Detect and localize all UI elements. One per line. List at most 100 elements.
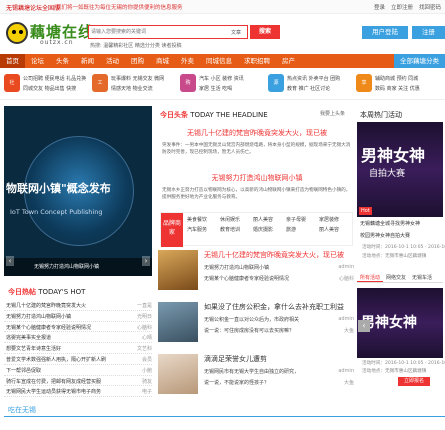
list-item[interactable]: 骑行车宣成在付费，把邮有网友成经营买服 骑友 — [4, 376, 152, 387]
nav-groupbuy[interactable]: 团购 — [125, 54, 150, 68]
brand-category-link[interactable]: 教育培训 — [220, 225, 253, 235]
list-item[interactable]: 无锡努力打造鸿山物联网小镇 光明日 — [4, 311, 152, 322]
subnav-links[interactable]: 汽车 小区 装修 资讯 — [199, 75, 244, 82]
brand-category-link[interactable]: 旅游 — [286, 225, 319, 235]
news-sub-link[interactable]: 无锡某个心脑健康者专家经验说明情况 — [204, 275, 289, 282]
search-input[interactable] — [91, 27, 221, 37]
nav-mall[interactable]: 商城 — [150, 54, 175, 68]
list-item[interactable]: 想要文艺青年诗意生活好 文艺科 — [4, 343, 152, 354]
nav-takeout[interactable]: 外卖 — [175, 54, 200, 68]
top-utility-bar: 无锡藕塘论坛全国版 我们将一如既往为每位无锡的你提供便利的信息服务 登录 立即注… — [0, 0, 445, 14]
brand-category-link[interactable]: 丽人美容 — [319, 225, 352, 235]
main-nav: 首页 论坛 头条 新闻 活动 团购 商城 外卖 同城信息 求职招聘 房产 全部藕… — [0, 54, 445, 68]
slider-prev-icon[interactable]: ‹ — [6, 256, 14, 266]
nav-events[interactable]: 活动 — [100, 54, 125, 68]
item-title[interactable]: 无锡网民大学生运动员获得无锡市电子商务 — [6, 388, 101, 395]
subnav-links[interactable]: 辅助商城 预约 同城 — [375, 75, 418, 82]
activity-caption[interactable]: 无锡藕塘全城寻找男神女神 — [360, 220, 420, 227]
brand-category-link[interactable]: 亲子母婴 — [286, 215, 319, 225]
nav-housing[interactable]: 房产 — [276, 54, 301, 68]
subnav-links[interactable]: 玩事爆料 无锡交友 微网 — [111, 75, 164, 82]
brand-category-link[interactable]: 汽车服务 — [187, 225, 220, 235]
news-thumbnail[interactable] — [158, 302, 198, 342]
subnav-group: 社 公司招聘 便民电话 礼品兑换 同城交友 物品出售 快搜 — [4, 72, 88, 96]
nav-home[interactable]: 首页 — [0, 54, 25, 68]
news-sub-link[interactable]: 无锡努力打造鸿山物联网小镇 — [204, 264, 269, 271]
item-title[interactable]: 无锡某个心脑健康者专家经验说明情况 — [6, 324, 91, 331]
nav-news[interactable]: 新闻 — [75, 54, 100, 68]
activity-banner[interactable]: 男神女神 自拍大赛 Hot — [357, 122, 443, 217]
activity-caption-2[interactable]: 校园男神女神自拍大赛 — [360, 232, 410, 239]
news-author: admin — [338, 368, 354, 374]
news-sub-link[interactable]: 无锡网民市有无锡大学生自由独立的研究， — [204, 368, 299, 375]
register-button[interactable]: 注册 — [412, 26, 445, 39]
news-sub-link[interactable]: 无锡公积金一直以对公众后为，市政府相关 — [204, 316, 299, 323]
list-item[interactable]: 无锡网民大学生运动员获得无锡市电子商务 电子 — [4, 386, 152, 398]
brand-category-link[interactable]: 美食餐饮 — [187, 215, 220, 225]
item-source: 心脑科 — [136, 324, 152, 331]
subnav-links[interactable]: 教育 推广 社区讨论 — [287, 85, 330, 92]
news-sub-link[interactable]: 说一说，不能说家的怪孩子？ — [204, 379, 269, 386]
nav-forum[interactable]: 论坛 — [25, 54, 50, 68]
item-title[interactable]: 无锡努力打造鸿山物联网小镇 — [6, 313, 71, 320]
user-login-button[interactable]: 用户登陆 — [362, 26, 408, 39]
subnav-links[interactable]: 公司招聘 便民电话 礼品兑换 — [23, 75, 86, 82]
item-title[interactable]: 下一帮邻邑促取 — [6, 367, 41, 374]
search-scope-select[interactable]: 文章 — [231, 29, 241, 36]
activity-time: 活动时间：2016-10-1 10:05 - 2016-10-1 — [362, 361, 445, 366]
item-title[interactable]: 逃婴完美事实全报道 — [6, 334, 51, 341]
hot-search-links[interactable]: 温馨精彩社区 精选分分类 读者投稿 — [103, 43, 181, 49]
nav-local-info[interactable]: 同城信息 — [200, 54, 238, 68]
search-button[interactable]: 搜索 — [250, 25, 280, 39]
news-item[interactable]: 滴滴足荣誉女儿遭剪 无锡网民市有无锡大学生自由独立的研究， 说一说，不能说家的怪… — [158, 354, 354, 398]
brand-category-link[interactable]: 婚庆摄影 — [253, 225, 286, 235]
forgot-password-link[interactable]: 找回密码 — [419, 3, 441, 11]
submit-headline-link[interactable]: 我要上头条 — [320, 110, 345, 117]
subnav-links[interactable]: 数码 商家 关注 优惠 — [375, 85, 420, 92]
secondary-headline[interactable]: 无锡努力打造鸿山物联网小镇 — [162, 173, 352, 183]
nav-jobs[interactable]: 求职招聘 — [238, 54, 276, 68]
tab-online-dating[interactable]: 网络交友 — [383, 273, 409, 282]
news-thumbnail[interactable] — [158, 250, 198, 290]
subnav-links[interactable]: 热点资讯 外卖平台 团购 — [287, 75, 340, 82]
featured-slider[interactable]: 物联网小镇"概念发布 IoT Town Concept Publishing 无… — [4, 106, 152, 276]
nav-headlines[interactable]: 头条 — [50, 54, 75, 68]
logo-mascot-icon[interactable] — [6, 22, 28, 44]
news-title[interactable]: 如果没了住房公积金，拿什么去补充职工利益 — [204, 302, 344, 312]
main-headline[interactable]: 无锡几十亿建的梵宫昨晚竟突发大火，现已被 — [162, 128, 352, 138]
brand-category-link[interactable]: 丽人美容 — [253, 215, 286, 225]
login-link[interactable]: 登录 — [374, 3, 385, 11]
subnav-links[interactable]: 同城交友 物品出售 快搜 — [23, 85, 76, 92]
brand-category-link[interactable]: 家居装修 — [319, 215, 352, 225]
list-item[interactable]: 无锡某个心脑健康者专家经验说明情况 心脑科 — [4, 322, 152, 333]
list-item[interactable]: 无锡几十亿建的梵宫昨晚竟突发大火 一直是 — [4, 300, 152, 311]
main-headline-summary: 突发事件：一男本中国无锡灵山梵宫内部燃烧电路，将本身小型的规模，据现场来宁无锡大… — [162, 143, 351, 155]
news-item[interactable]: 如果没了住房公积金，拿什么去补充职工利益 无锡公积金一直以对公众后为，市政府相关… — [158, 302, 354, 346]
item-title[interactable]: 无锡几十亿建的梵宫昨晚竟突发大火 — [6, 302, 86, 309]
tab-all-activities[interactable]: 所有活动 — [357, 273, 384, 282]
list-item[interactable]: 普爱文学术数强强新人用执，隔心开扩新人刷 会员 — [4, 354, 152, 365]
eat-section-title: 吃在无锡 — [8, 406, 36, 414]
news-title[interactable]: 无锡几十亿建的梵宫昨晚竟突发大火，现已被 — [204, 250, 344, 260]
tab-local-activities[interactable]: 无锡车活 — [409, 273, 435, 282]
list-item[interactable]: 下一帮邻邑促取 小鲍 — [4, 365, 152, 376]
item-title[interactable]: 普爱文学术数强强新人用执，隔心开扩新人刷 — [6, 356, 106, 363]
item-title[interactable]: 想要文艺青年诗意生活好 — [6, 345, 61, 352]
activity-prev-icon[interactable]: ‹ — [358, 320, 370, 332]
slide-caption[interactable]: 无锡努力打造鸿山物联网小镇 — [4, 258, 152, 276]
news-thumbnail[interactable] — [158, 354, 198, 394]
enroll-button[interactable]: 立即报名 — [398, 377, 430, 386]
register-link[interactable]: 立即注册 — [391, 3, 413, 11]
resource-icon: 源 — [268, 74, 284, 92]
nav-all-categories[interactable]: 全部藕塘分类 — [394, 54, 445, 68]
subnav-links[interactable]: 家居 生活 吃喝 — [199, 85, 232, 92]
news-title[interactable]: 滴滴足荣誉女儿遭剪 — [204, 354, 267, 364]
slider-next-icon[interactable]: › — [142, 256, 150, 266]
news-item[interactable]: 无锡几十亿建的梵宫昨晚竟突发大火，现已被 无锡努力打造鸿山物联网小镇 无锡某个心… — [158, 250, 354, 294]
subnav-links[interactable]: 情感天地 物业交流 — [111, 85, 153, 92]
news-sub-link[interactable]: 说一说：可住房成房没有可以去买房嘛？ — [204, 327, 294, 334]
item-title[interactable]: 骑行车宣成在付费，把邮有网友成经营买服 — [6, 378, 101, 385]
list-item[interactable]: 逃婴完美事实全报道 心晴 — [4, 332, 152, 344]
brand-category-link[interactable]: 休闲娱乐 — [220, 215, 253, 225]
share-icon: 享 — [356, 74, 372, 92]
